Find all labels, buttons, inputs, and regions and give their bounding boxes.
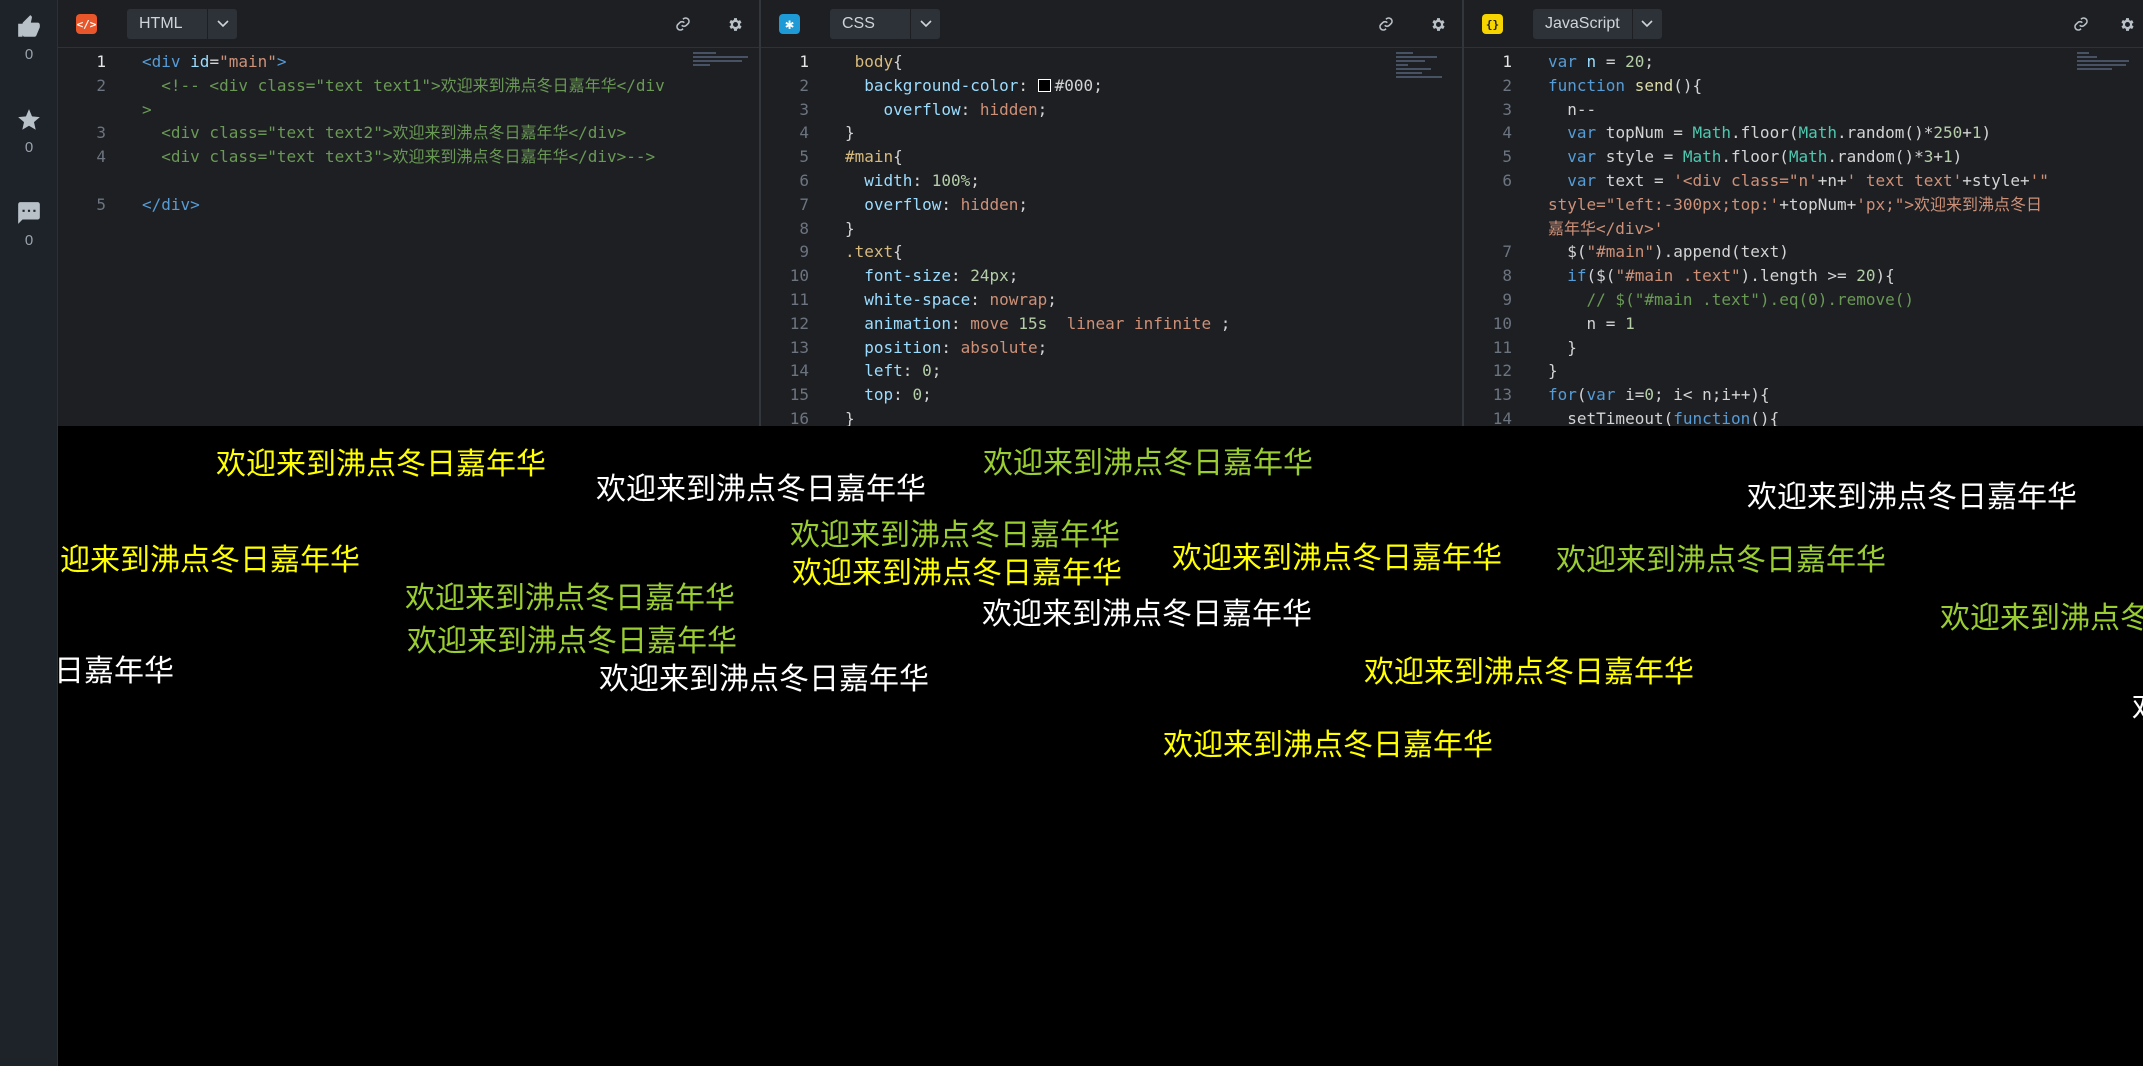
code-line: 4 var topNum = Math.floor(Math.random()*… <box>1502 123 1992 143</box>
code-line: 2 background-color: #000; <box>799 75 1103 95</box>
code-line: 4 <div class="text text3">欢迎来到沸点冬日嘉年华</d… <box>96 147 656 167</box>
marquee-text: 欢迎来到沸点冬日嘉年华 <box>1364 655 1694 690</box>
marquee-text: 迎来到沸点冬日嘉年华 <box>60 543 360 578</box>
js-pane: {} JavaScript 1 var n = 20; 2 function sen… <box>1464 0 2143 426</box>
favorite-button[interactable]: 0 <box>0 107 58 156</box>
html-language-label: HTML <box>139 15 183 32</box>
code-line: 1 body{ <box>799 52 903 71</box>
code-line: 2 function send(){ <box>1502 75 1703 95</box>
code-line: 16} <box>789 408 855 426</box>
marquee-text: 日嘉年华 <box>58 654 174 689</box>
comment-button[interactable]: 0 <box>0 200 58 249</box>
marquee-text: 欢迎来到沸点冬日嘉年华 <box>407 624 737 659</box>
marquee-text: 欢迎来到沸点冬日嘉年华 <box>1556 543 1886 578</box>
code-line: 1 <div id="main"> <box>96 52 287 71</box>
css-pane: ✱ CSS 1 body{ 2 background-color: #000; … <box>761 0 1464 426</box>
marquee-text: 欢迎来到沸点冬 <box>1940 601 2143 636</box>
code-editors: </> HTML 1 <div id="main"> 2 <!-- <div cl… <box>58 0 2143 426</box>
code-line: 7 $("#main").append(text) <box>1502 242 1789 262</box>
comment-icon <box>18 202 40 224</box>
html-pane-header: </> HTML <box>58 0 759 48</box>
like-button[interactable]: 0 <box>0 14 58 63</box>
css-code-editor[interactable]: 1 body{ 2 background-color: #000; 3 over… <box>761 50 1462 426</box>
code-line: 3 n-- <box>1502 99 1597 119</box>
marquee-text: 欢迎来到沸点冬日嘉年华 <box>405 581 735 616</box>
marquee-text: 欢 <box>2132 692 2143 726</box>
chevron-down-icon <box>910 9 940 39</box>
code-line: 13 position: absolute; <box>789 337 1048 357</box>
code-line: 3 <div class="text text2">欢迎来到沸点冬日嘉年华</d… <box>96 123 627 143</box>
js-pane-header: {} JavaScript <box>1464 0 2143 48</box>
js-code-editor[interactable]: 1 var n = 20; 2 function send(){ 3 n-- 4 v… <box>1464 50 2143 426</box>
color-swatch[interactable] <box>1037 78 1051 92</box>
code-line: 5 </div> <box>96 194 200 214</box>
code-line: 10 n = 1 <box>1492 313 1635 333</box>
code-line: 6 var text = '<div class="n'+n+' text te… <box>1502 170 2059 238</box>
gear-icon[interactable] <box>2117 14 2137 34</box>
marquee-text: 欢迎来到沸点冬日嘉年华 <box>1163 728 1493 763</box>
html-code-editor[interactable]: 1 <div id="main"> 2 <!-- <div class="text… <box>58 50 759 426</box>
html-icon: </> <box>76 14 97 34</box>
code-line: 5 var style = Math.floor(Math.random()*3… <box>1502 147 1963 167</box>
minimap[interactable] <box>2077 52 2135 92</box>
html-pane: </> HTML 1 <div id="main"> 2 <!-- <div cl… <box>58 0 761 426</box>
minimap[interactable] <box>693 52 751 92</box>
code-line: 1 var n = 20; <box>1502 52 1654 71</box>
code-line: 6 width: 100%; <box>799 170 980 190</box>
marquee-text: 欢迎来到沸点冬日嘉年华 <box>792 556 1122 591</box>
code-line: 4} <box>799 123 855 143</box>
code-line: 5 #main{ <box>799 147 903 167</box>
action-sidebar: 0 0 0 <box>0 0 58 1066</box>
js-language-label: JavaScript <box>1545 15 1620 32</box>
gear-icon[interactable] <box>725 14 745 34</box>
code-line: 13 for(var i=0; i< n;i++){ <box>1492 385 1770 405</box>
code-line: 11 } <box>1492 337 1577 357</box>
html-language-select[interactable]: HTML <box>127 9 237 39</box>
link-icon[interactable] <box>2071 14 2091 34</box>
code-line: 8 if($("#main .text").length >= 20){ <box>1502 266 1895 286</box>
code-line: 14 left: 0; <box>789 361 942 381</box>
minimap[interactable] <box>1396 52 1454 92</box>
star-icon <box>18 109 40 130</box>
result-preview[interactable]: 欢迎来到沸点冬日嘉年华 欢迎来到沸点冬日嘉年华 欢迎来到沸点冬日嘉年华 欢迎来到… <box>58 426 2143 1066</box>
thumbs-up-icon <box>18 15 40 37</box>
favorite-count: 0 <box>24 139 34 156</box>
code-line: 12} <box>1492 361 1558 381</box>
code-line: 11 white-space: nowrap; <box>789 289 1057 309</box>
comment-count: 0 <box>24 232 34 249</box>
js-icon: {} <box>1482 14 1503 34</box>
css-language-select[interactable]: CSS <box>830 9 940 39</box>
like-count: 0 <box>24 46 34 63</box>
marquee-text: 欢迎来到沸点冬日嘉年华 <box>790 518 1120 553</box>
marquee-text: 欢迎来到沸点冬日嘉年华 <box>982 597 1312 632</box>
code-line: 7 overflow: hidden; <box>799 194 1029 214</box>
marquee-text: 欢迎来到沸点冬日嘉年华 <box>1747 480 2077 515</box>
link-icon[interactable] <box>673 14 693 34</box>
code-line: 14 setTimeout(function(){ <box>1492 408 1780 426</box>
css-icon: ✱ <box>779 14 800 34</box>
code-line: 15 top: 0; <box>789 385 932 405</box>
code-line: 9 .text{ <box>799 242 903 262</box>
link-icon[interactable] <box>1376 14 1396 34</box>
js-language-select[interactable]: JavaScript <box>1533 9 1662 39</box>
marquee-text: 欢迎来到沸点冬日嘉年华 <box>596 472 926 507</box>
css-pane-header: ✱ CSS <box>761 0 1462 48</box>
marquee-text: 欢迎来到沸点冬日嘉年华 <box>599 662 929 697</box>
code-line: 2 <!-- <div class="text text1">欢迎来到沸点冬日嘉… <box>96 75 665 119</box>
gear-icon[interactable] <box>1428 14 1448 34</box>
codepen-editor-app: 0 0 0 </> HTML 1 <div id="main"> 2 <!-- … <box>0 0 2143 1066</box>
code-line: 10 font-size: 24px; <box>789 266 1019 286</box>
code-line: 8} <box>799 218 855 238</box>
marquee-text: 欢迎来到沸点冬日嘉年华 <box>216 447 546 482</box>
marquee-text: 欢迎来到沸点冬日嘉年华 <box>983 446 1313 481</box>
code-line: 12 animation: move 15s linear infinite ; <box>789 313 1231 333</box>
chevron-down-icon <box>1631 9 1662 39</box>
code-line: 3 overflow: hidden; <box>799 99 1048 119</box>
marquee-text: 欢迎来到沸点冬日嘉年华 <box>1172 541 1502 576</box>
css-language-label: CSS <box>842 15 875 32</box>
code-line: 9 // $("#main .text").eq(0).remove() <box>1502 289 1915 309</box>
chevron-down-icon <box>207 9 237 39</box>
